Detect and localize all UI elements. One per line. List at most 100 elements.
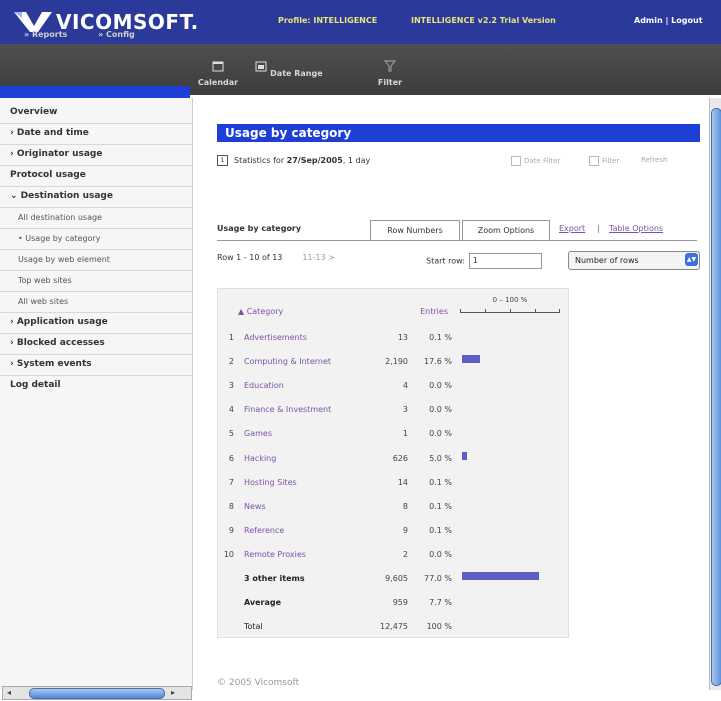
sidebar-horizontal-scrollbar[interactable]: ◂ ▸	[2, 686, 192, 700]
calendar-button[interactable]: Calendar	[192, 60, 244, 87]
row-number: 8	[228, 501, 234, 511]
subnav-reports[interactable]: » Reports	[24, 30, 81, 39]
date-range-button[interactable]: Date Range	[252, 60, 326, 78]
number-of-rows-select[interactable]: Number of rows ▲▼	[568, 251, 700, 270]
next-page-link[interactable]: 11-13 >	[302, 253, 335, 262]
row-number: 3	[228, 381, 234, 391]
entry-count: 3	[402, 405, 408, 415]
sidebar-item-blocked-accesses[interactable]: › Blocked accesses	[0, 333, 192, 355]
scroll-left-icon[interactable]: ◂	[3, 687, 15, 699]
sidebar-item-usage-by-web-element[interactable]: Usage by web element	[0, 249, 192, 271]
sidebar-item-log-detail[interactable]: Log detail	[0, 375, 192, 396]
table-options-link[interactable]: Table Options	[609, 224, 663, 233]
table-row: Average 959 7.7 %	[218, 598, 568, 622]
sidebar-item-all-web-sites[interactable]: All web sites	[0, 291, 192, 313]
filter-option[interactable]: Filter	[589, 156, 619, 166]
row-number: 5	[228, 429, 234, 439]
table-row: 6 Hacking 626 5.0 %	[218, 451, 568, 478]
summary-label: Total	[244, 622, 263, 632]
sidebar-item-application-usage[interactable]: › Application usage	[0, 312, 192, 334]
sidebar-item-all-destination-usage[interactable]: All destination usage	[0, 207, 192, 229]
entry-count: 2,190	[385, 357, 408, 367]
entry-percent: 0.1 %	[429, 525, 452, 535]
entry-percent: 5.0 %	[429, 453, 452, 463]
scale-tick	[485, 309, 486, 313]
column-header-category[interactable]: ▲ Category	[238, 307, 283, 316]
row-number: 7	[228, 477, 234, 487]
category-link[interactable]: Hosting Sites	[244, 478, 297, 487]
entry-count: 2	[402, 549, 408, 559]
scale-tick	[460, 309, 461, 313]
entry-count: 12,475	[380, 622, 408, 632]
scale-tick	[535, 309, 536, 313]
table-row: Total 12,475 100 %	[218, 622, 568, 646]
scroll-right-icon[interactable]: ▸	[167, 687, 179, 699]
select-arrows-icon: ▲▼	[685, 253, 698, 266]
sidebar-item-overview[interactable]: Overview	[0, 102, 192, 124]
column-header-entries[interactable]: Entries	[403, 307, 448, 316]
user-links[interactable]: Admin | Logout	[634, 16, 703, 25]
category-link[interactable]: Education	[244, 381, 284, 390]
export-link[interactable]: Export	[559, 224, 585, 233]
sidebar-item-date-and-time[interactable]: › Date and time	[0, 123, 192, 145]
category-link[interactable]: Games	[244, 429, 272, 438]
section-bar	[0, 86, 190, 98]
entry-percent: 0.0 %	[429, 381, 452, 391]
entry-count: 9,605	[385, 574, 408, 583]
date-filter-option[interactable]: Date Filter	[511, 156, 560, 166]
link-separator: |	[597, 224, 600, 233]
vicomsoft-logo-icon	[14, 12, 52, 32]
category-link[interactable]: Advertisements	[244, 333, 307, 342]
entry-count: 959	[392, 598, 408, 608]
tabs-row: Usage by category Row Numbers Zoom Optio…	[217, 220, 697, 241]
scale-tick	[510, 309, 511, 313]
sidebar-item-originator-usage[interactable]: › Originator usage	[0, 144, 192, 166]
sidebar-item-destination-usage[interactable]: ⌄ Destination usage	[0, 186, 192, 208]
category-link[interactable]: Hacking	[244, 454, 276, 463]
page-vertical-scrollbar[interactable]	[709, 98, 721, 690]
sidebar: Overview › Date and time › Originator us…	[0, 98, 193, 690]
table-row: 3 other items 9,605 77.0 %	[218, 572, 568, 598]
category-link[interactable]: Finance & Investment	[244, 405, 331, 414]
profile-label: Profile: INTELLIGENCE	[278, 16, 378, 25]
scrollbar-thumb[interactable]	[29, 688, 165, 699]
entry-count: 4	[402, 381, 408, 391]
category-link[interactable]: Computing & Internet	[244, 357, 331, 366]
scrollbar-thumb[interactable]	[711, 108, 721, 686]
start-row: Start row: 1	[426, 253, 542, 269]
sidebar-item-top-web-sites[interactable]: Top web sites	[0, 270, 192, 292]
date-range-icon	[255, 61, 267, 72]
table-row: 1 Advertisements 13 0.1 %	[218, 333, 568, 357]
row-number: 10	[223, 549, 234, 559]
main-content: Usage by category 1 Statistics for 27/Sep…	[193, 98, 709, 701]
percent-bar	[462, 355, 480, 364]
entry-count: 8	[402, 501, 408, 511]
subnav-config[interactable]: » Config	[98, 30, 149, 39]
entry-count: 626	[392, 453, 408, 463]
tab-row-numbers[interactable]: Row Numbers	[370, 220, 460, 240]
checkbox-icon	[511, 156, 521, 166]
sidebar-item-protocol-usage[interactable]: Protocol usage	[0, 165, 192, 187]
scale-label: 0 – 100 %	[492, 296, 528, 304]
row-number: 1	[228, 333, 234, 342]
refresh-option[interactable]: Refresh	[641, 156, 667, 164]
summary-label: Average	[244, 598, 282, 608]
filter-button[interactable]: Filter	[374, 60, 406, 87]
entry-count: 1	[402, 429, 408, 439]
calendar-icon	[212, 61, 224, 72]
table-row: 4 Finance & Investment 3 0.0 %	[218, 405, 568, 429]
category-link[interactable]: Reference	[244, 526, 284, 535]
start-row-input[interactable]: 1	[468, 253, 542, 269]
sidebar-item-system-events[interactable]: › System events	[0, 354, 192, 376]
checkbox-icon	[589, 156, 599, 166]
row-number: 6	[228, 453, 234, 463]
table-row: 2 Computing & Internet 2,190 17.6 %	[218, 355, 568, 381]
entry-percent: 0.1 %	[429, 477, 452, 487]
tab-zoom-options[interactable]: Zoom Options	[462, 220, 550, 240]
row-info: Row 1 - 10 of 13 11-13 >	[217, 253, 335, 262]
calendar-small-icon[interactable]: 1	[217, 155, 228, 166]
entry-percent: 0.0 %	[429, 549, 452, 559]
category-link[interactable]: News	[244, 502, 266, 511]
category-link[interactable]: Remote Proxies	[244, 550, 306, 559]
sidebar-item-usage-by-category[interactable]: • Usage by category	[0, 228, 192, 250]
